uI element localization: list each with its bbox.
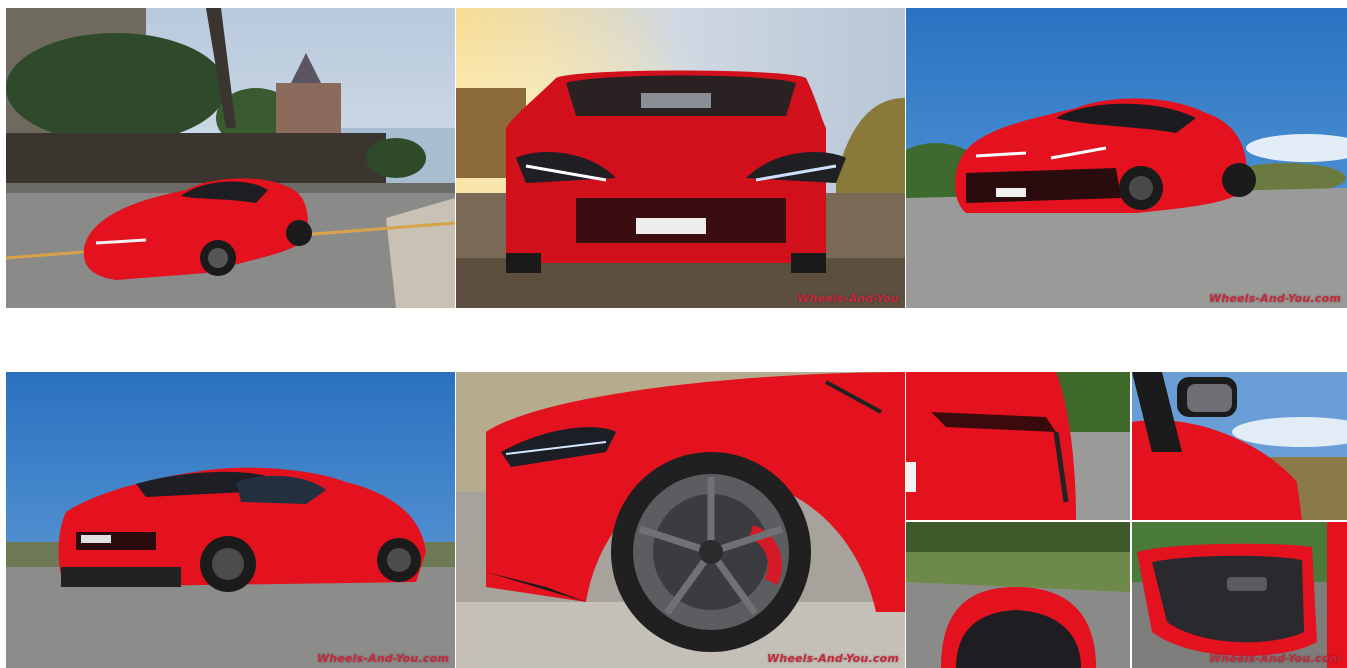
collage-side-mirror	[1132, 372, 1347, 520]
collage-trunk	[906, 522, 1130, 668]
car-photo-sunset-front	[456, 8, 905, 308]
gallery-photo-3[interactable]: Wheels-And-You.com	[906, 8, 1347, 308]
gallery-photo-4[interactable]: Wheels-And-You.com	[6, 372, 455, 668]
gallery-photo-2[interactable]: Wheels-And-You	[456, 8, 905, 308]
car-photo-front-three-quarter	[906, 8, 1347, 308]
car-photo-rear-three-quarter	[6, 372, 455, 668]
collage-door-interior	[1132, 522, 1347, 668]
collage-tail-light	[906, 372, 1130, 520]
watermark-text: Wheels-And-You.com	[317, 652, 449, 665]
gallery-photo-6[interactable]: Wheels-And-You.com	[906, 372, 1347, 668]
car-photo-wheel-closeup	[456, 372, 905, 668]
watermark-text: Wheels-And-You	[797, 292, 899, 305]
car-photo-seaside	[6, 8, 455, 308]
watermark-text: Wheels-And-You.com	[1209, 652, 1341, 665]
gallery-photo-1[interactable]	[6, 8, 455, 308]
watermark-text: Wheels-And-You.com	[1209, 292, 1341, 305]
gallery-photo-5[interactable]: Wheels-And-You.com	[456, 372, 905, 668]
watermark-text: Wheels-And-You.com	[767, 652, 899, 665]
